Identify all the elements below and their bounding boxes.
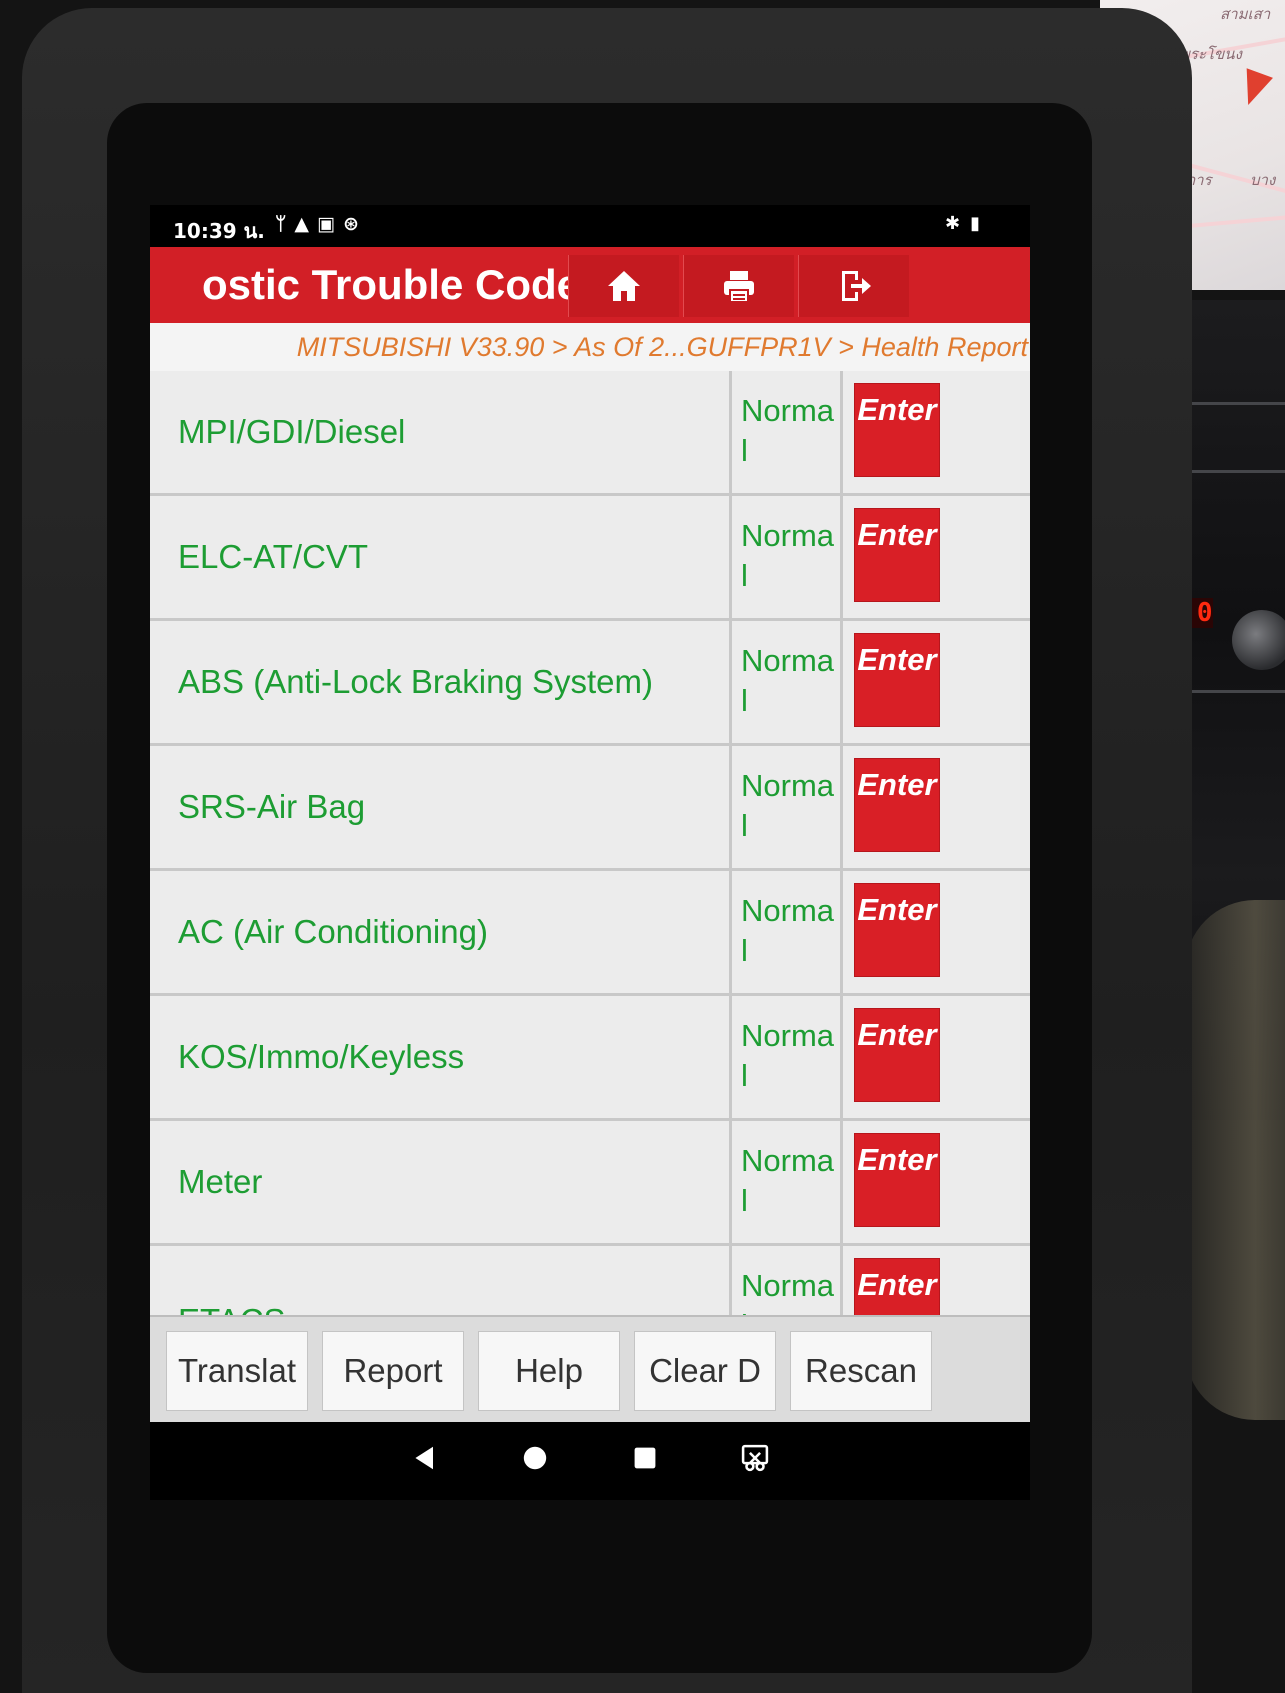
system-status: Normal (735, 371, 843, 493)
dtc-app: ostic Trouble Code MITSUBISHI V33.90 > A… (150, 247, 1030, 1422)
table-row: AC (Air Conditioning) Normal Enter (150, 871, 1030, 996)
table-row: MPI/GDI/Diesel Normal Enter (150, 371, 1030, 496)
status-time: 10:39 น. (173, 219, 265, 243)
map-label: สามเสา (1220, 5, 1271, 23)
steering-wheel (1185, 900, 1285, 1420)
system-name: ABS (Anti-Lock Braking System) (150, 621, 732, 743)
enter-button[interactable]: Enter (854, 883, 940, 977)
system-list: MPI/GDI/Diesel Normal Enter ELC-AT/CVT N… (150, 371, 1030, 1371)
enter-button[interactable]: Enter (854, 1133, 940, 1227)
status-bar: 10:39 น. ᛘ▲▣⊛ ✱▮ (150, 205, 1030, 245)
recents-button[interactable] (625, 1438, 665, 1478)
system-name: ELC-AT/CVT (150, 496, 732, 618)
settings-icon: ⊛ (342, 213, 367, 235)
breadcrumb: MITSUBISHI V33.90 > As Of 2...GUFFPR1V >… (150, 323, 1030, 371)
enter-button[interactable]: Enter (854, 383, 940, 477)
status-right-icons: ✱▮ (945, 213, 990, 234)
map-label: บาง (1250, 171, 1276, 189)
enter-button[interactable]: Enter (854, 1008, 940, 1102)
usb-icon: ᛘ (275, 213, 295, 235)
system-status: Normal (735, 746, 843, 868)
warning-icon: ▲ (294, 213, 318, 235)
system-name: AC (Air Conditioning) (150, 871, 732, 993)
enter-button[interactable]: Enter (854, 508, 940, 602)
table-row: Meter Normal Enter (150, 1121, 1030, 1246)
system-status: Normal (735, 996, 843, 1118)
clear-dtc-button[interactable]: Clear D (634, 1331, 776, 1411)
table-row: SRS-Air Bag Normal Enter (150, 746, 1030, 871)
status-icons: ᛘ▲▣⊛ (275, 213, 367, 235)
page-title-text: ostic Trouble Code (201, 261, 580, 308)
system-name: Meter (150, 1121, 732, 1243)
home-button[interactable] (568, 255, 679, 317)
system-status: Normal (735, 621, 843, 743)
system-name: SRS-Air Bag (150, 746, 732, 868)
system-name: MPI/GDI/Diesel (150, 371, 732, 493)
battery-icon: ▮ (970, 213, 990, 234)
table-row: ELC-AT/CVT Normal Enter (150, 496, 1030, 621)
page-title: ostic Trouble Code (150, 247, 580, 323)
car-knob (1232, 610, 1285, 670)
breadcrumb-text: MITSUBISHI V33.90 > As Of 2...GUFFPR1V >… (296, 332, 1028, 362)
table-row: ABS (Anti-Lock Braking System) Normal En… (150, 621, 1030, 746)
recents-icon (634, 1447, 656, 1469)
system-status: Normal (735, 496, 843, 618)
image-icon: ▣ (317, 213, 343, 235)
translate-button[interactable]: Translat (166, 1331, 308, 1411)
enter-button[interactable]: Enter (854, 758, 940, 852)
back-button[interactable] (405, 1438, 445, 1478)
system-name: KOS/Immo/Keyless (150, 996, 732, 1118)
enter-button[interactable]: Enter (854, 633, 940, 727)
screenshot-icon (741, 1444, 769, 1472)
print-icon (724, 271, 754, 303)
report-button[interactable]: Report (322, 1331, 464, 1411)
system-status: Normal (735, 871, 843, 993)
help-button[interactable]: Help (478, 1331, 620, 1411)
home-circle-icon (523, 1446, 547, 1470)
system-status: Normal (735, 1121, 843, 1243)
home-nav-button[interactable] (515, 1438, 555, 1478)
title-bar: ostic Trouble Code (150, 247, 1030, 323)
bottom-toolbar: Translat Report Help Clear D Rescan (150, 1315, 1030, 1422)
print-button[interactable] (683, 255, 794, 317)
home-icon (608, 271, 640, 301)
table-row: KOS/Immo/Keyless Normal Enter (150, 996, 1030, 1121)
android-nav-bar (150, 1423, 1030, 1493)
tablet-screen: 10:39 น. ᛘ▲▣⊛ ✱▮ ostic Trouble Code MITS… (150, 205, 1030, 1500)
exit-icon (842, 271, 871, 301)
bluetooth-icon: ✱ (945, 213, 971, 234)
exit-button[interactable] (798, 255, 909, 317)
rescan-button[interactable]: Rescan (790, 1331, 932, 1411)
back-icon (415, 1446, 433, 1470)
screenshot-button[interactable] (735, 1438, 775, 1478)
